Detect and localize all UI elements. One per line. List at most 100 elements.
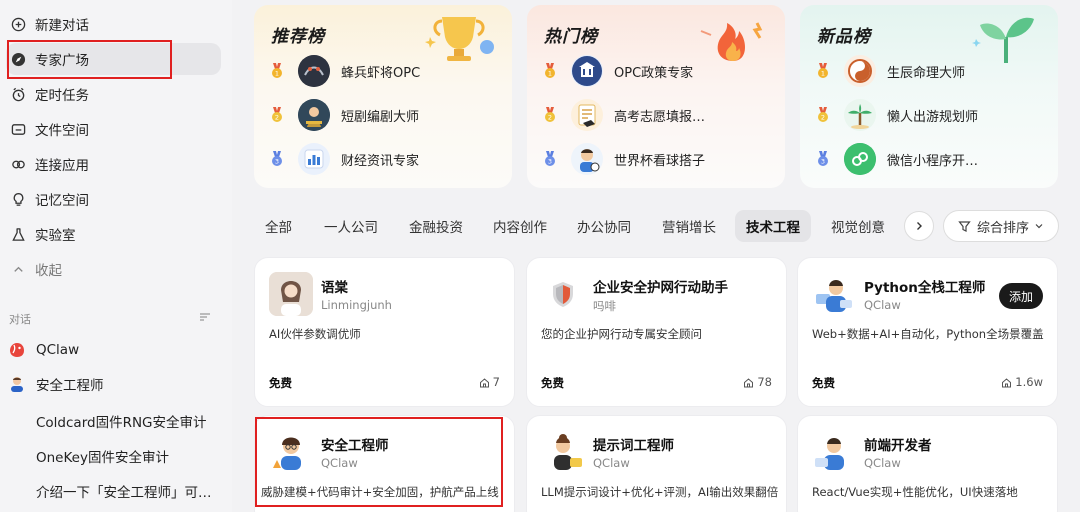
nav-label: 记忆空间 xyxy=(35,193,89,209)
filter-icon xyxy=(958,220,971,232)
conversation-item-qclaw[interactable]: QClaw xyxy=(8,335,223,365)
board-rank-row[interactable]: 3 世界杯看球搭子 xyxy=(543,141,705,177)
add-button[interactable]: 添加 xyxy=(999,283,1043,309)
board-rank-row[interactable]: 1 生辰命理大师 xyxy=(816,53,965,89)
compass-icon xyxy=(10,51,26,67)
nav-expert-plaza[interactable]: 专家广场 xyxy=(6,43,221,75)
agent-card[interactable]: 提示词工程师 QClaw LLM提示词设计+优化+评测，AI输出效果翻倍 xyxy=(526,415,787,512)
silver-medal-icon: 2 xyxy=(543,107,557,123)
board-rank-row[interactable]: 2 懒人出游规划师 xyxy=(816,97,978,133)
nav-file-space[interactable]: 文件空间 xyxy=(6,113,221,145)
bronze-medal-icon: 3 xyxy=(816,151,830,167)
agent-author: 吗啡 xyxy=(593,299,616,313)
agent-price: 免费 xyxy=(269,376,292,390)
bronze-medal-icon: 3 xyxy=(270,151,284,167)
conversation-item-security-engineer[interactable]: 安全工程师 xyxy=(8,369,223,399)
board-title: 推荐榜 xyxy=(271,27,325,47)
agent-title: Python全栈工程师 xyxy=(864,280,986,296)
chevron-right-icon xyxy=(917,222,922,230)
board-rank-row[interactable]: 3 财经资讯专家 xyxy=(270,141,419,177)
conversation-subitem[interactable]: OneKey固件安全审计 xyxy=(8,441,223,471)
rank-name: 蜂兵虾将OPC xyxy=(341,65,421,81)
conversation-subitem[interactable]: Coldcard固件RNG安全审计 xyxy=(8,406,223,436)
medal-rank-number: 2 xyxy=(275,114,279,122)
board-rank-row[interactable]: 2 高考志愿填报… xyxy=(543,97,705,133)
tab-one-person-company[interactable]: 一人公司 xyxy=(313,210,389,242)
agent-avatar xyxy=(298,55,330,87)
agent-avatar xyxy=(844,99,876,131)
conversation-label: 介绍一下「安全工程师」可… xyxy=(36,485,212,501)
main-content: 推荐榜 1 蜂兵虾将OPC 2 短剧编剧大师 3 财经资讯专家 热门榜 1 OP… xyxy=(232,0,1080,512)
gold-medal-icon: 1 xyxy=(270,63,284,79)
nav-label: 专家广场 xyxy=(35,53,89,69)
usage-count-value: 78 xyxy=(757,375,772,389)
qclaw-logo-icon xyxy=(8,341,26,359)
sprout-icon xyxy=(972,17,1034,63)
wechat-miniprogram-icon xyxy=(844,143,876,175)
agent-author: QClaw xyxy=(864,298,901,312)
nav-collapse[interactable]: 收起 xyxy=(6,253,221,285)
engineer-avatar-icon xyxy=(8,375,26,393)
agent-avatar xyxy=(571,143,603,175)
agent-card[interactable]: 安全工程师 QClaw 威胁建模+代码审计+安全加固，护航产品上线 xyxy=(254,415,515,512)
agent-title: 语棠 xyxy=(321,280,348,296)
chevron-up-icon xyxy=(10,261,26,277)
tab-tech-engineering[interactable]: 技术工程 xyxy=(735,210,811,242)
conversation-label: QClaw xyxy=(36,342,80,358)
medal-rank-number: 2 xyxy=(548,114,552,122)
board-rank-row[interactable]: 1 OPC政策专家 xyxy=(543,53,693,89)
board-rank-row[interactable]: 1 蜂兵虾将OPC xyxy=(270,53,420,89)
trophy-icon xyxy=(425,17,494,61)
agent-title: 企业安全护网行动助手 xyxy=(593,280,728,296)
agent-usage-count: 78 xyxy=(743,375,772,389)
agent-card[interactable]: 前端开发者 QClaw React/Vue实现+性能优化，UI快速落地 xyxy=(797,415,1058,512)
nav-lab[interactable]: 实验室 xyxy=(6,218,221,250)
flame-icon xyxy=(700,22,763,61)
tabs-next-button[interactable] xyxy=(904,211,934,241)
silver-medal-icon: 2 xyxy=(816,107,830,123)
tab-visual-creative[interactable]: 视觉创意 xyxy=(820,210,896,242)
board-rank-row[interactable]: 3 微信小程序开… xyxy=(816,141,978,177)
new-board: 新品榜 1 生辰命理大师 2 懒人出游规划师 3 微信小程序开… xyxy=(800,5,1058,188)
tab-marketing[interactable]: 营销增长 xyxy=(651,210,727,242)
agent-author: QClaw xyxy=(593,456,630,470)
agent-avatar xyxy=(269,272,313,316)
conversation-subitem[interactable]: 介绍一下「安全工程师」可… xyxy=(8,476,223,506)
house-icon xyxy=(744,377,754,387)
flask-icon xyxy=(10,226,26,242)
recommend-board: 推荐榜 1 蜂兵虾将OPC 2 短剧编剧大师 3 财经资讯专家 xyxy=(254,5,512,188)
nav-scheduled-tasks[interactable]: 定时任务 xyxy=(6,78,221,110)
medal-rank-number: 3 xyxy=(821,158,825,166)
agent-price: 免费 xyxy=(541,376,564,390)
agent-description: React/Vue实现+性能优化，UI快速落地 xyxy=(812,485,1018,499)
board-rank-row[interactable]: 2 短剧编剧大师 xyxy=(270,97,419,133)
nav-label: 实验室 xyxy=(35,228,76,244)
tab-all[interactable]: 全部 xyxy=(254,210,303,242)
agent-usage-count: 7 xyxy=(479,375,500,389)
nav-connect-apps[interactable]: 连接应用 xyxy=(6,148,221,180)
agent-usage-count: 1.6w xyxy=(1001,375,1043,389)
agent-author: Linmingjunh xyxy=(321,298,392,312)
category-tabs: 全部 一人公司 金融投资 内容创作 办公协同 营销增长 技术工程 视觉创意 综合… xyxy=(232,210,1080,242)
alarm-clock-icon xyxy=(10,86,26,102)
agent-description: 您的企业护网行动专属安全顾问 xyxy=(541,327,702,341)
nav-new-chat[interactable]: 新建对话 xyxy=(6,8,221,40)
tab-content-creation[interactable]: 内容创作 xyxy=(482,210,558,242)
agent-card[interactable]: 语棠 Linmingjunh AI伙伴参数调优师 免费 7 xyxy=(254,257,515,407)
board-title: 热门榜 xyxy=(544,27,598,47)
shield-icon xyxy=(541,272,585,316)
rank-name: 世界杯看球搭子 xyxy=(614,153,706,169)
agent-card[interactable]: Python全栈工程师 QClaw 添加 Web+数据+AI+自动化，Pytho… xyxy=(797,257,1058,407)
agent-card[interactable]: 企业安全护网行动助手 吗啡 您的企业护网行动专属安全顾问 免费 78 xyxy=(526,257,787,407)
tab-finance[interactable]: 金融投资 xyxy=(398,210,474,242)
rank-name: 短剧编剧大师 xyxy=(341,109,420,125)
agent-avatar xyxy=(571,99,603,131)
nav-memory-space[interactable]: 记忆空间 xyxy=(6,183,221,215)
agent-title: 前端开发者 xyxy=(864,438,932,454)
sort-lines-icon[interactable] xyxy=(199,312,211,322)
board-title: 新品榜 xyxy=(817,27,871,47)
medal-rank-number: 1 xyxy=(821,70,825,78)
tab-office[interactable]: 办公协同 xyxy=(566,210,642,242)
sort-dropdown[interactable]: 综合排序 xyxy=(943,210,1059,242)
nav-label: 定时任务 xyxy=(35,88,89,104)
